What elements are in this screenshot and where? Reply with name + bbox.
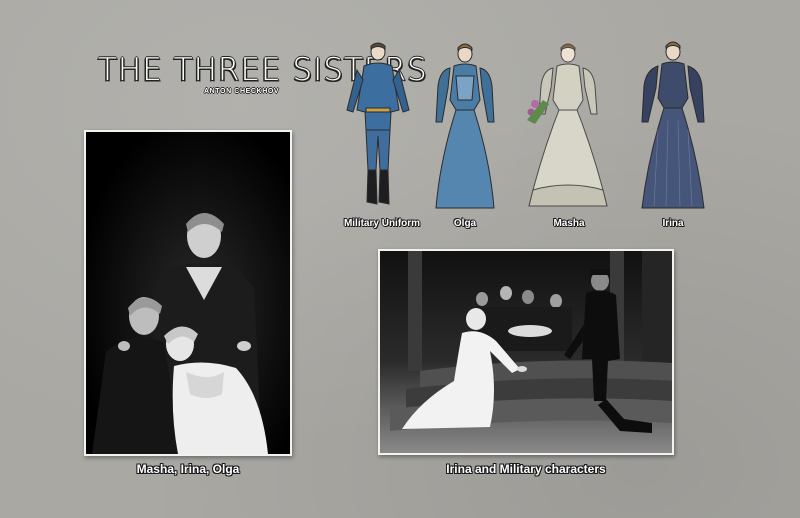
costume-irina — [628, 40, 718, 215]
costume-military-uniform — [333, 40, 423, 215]
stage-photo-caption: Irina and Military characters — [446, 462, 606, 476]
stage-photo — [378, 249, 674, 455]
costume-label-olga: Olga — [453, 218, 477, 229]
costume-masha — [523, 40, 613, 215]
costume-olga — [420, 40, 510, 215]
costume-label-masha: Masha — [553, 218, 585, 229]
sisters-photo-caption: Masha, Irina, Olga — [136, 462, 240, 476]
costume-label-military-uniform: Military Uniform — [343, 218, 421, 229]
play-logo: THE THREE SISTERS ANTON CHECKHOV — [98, 52, 427, 102]
play-author: ANTON CHECKHOV — [204, 88, 280, 95]
costume-label-irina: Irina — [662, 218, 684, 229]
sisters-photo — [84, 130, 292, 456]
